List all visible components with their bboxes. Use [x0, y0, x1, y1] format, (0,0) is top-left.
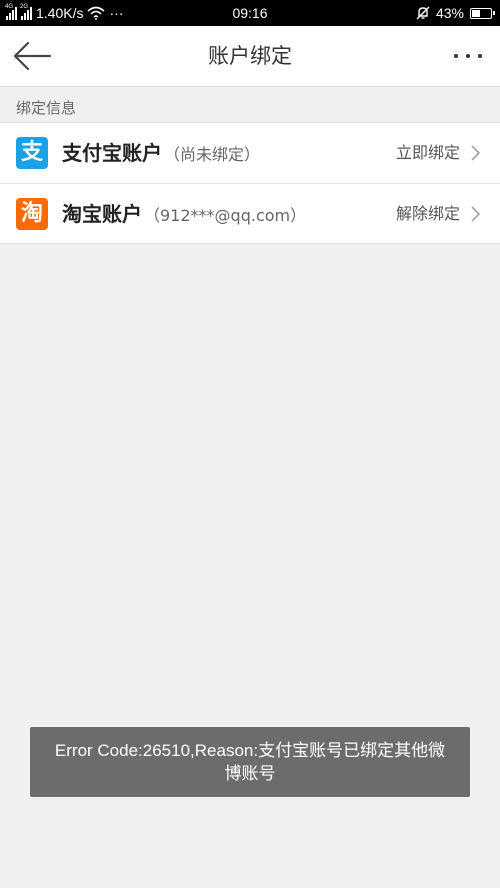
- bell-muted-icon: [416, 6, 430, 20]
- signal-2g-icon: 2G: [20, 4, 32, 20]
- account-detail: （尚未绑定）: [164, 145, 261, 164]
- network-speed: 1.40K/s: [36, 5, 84, 21]
- nav-bar: 账户绑定: [0, 26, 500, 87]
- account-detail: （912***@qq.com）: [144, 206, 307, 225]
- toast-message: Error Code:26510,Reason:支付宝账号已绑定其他微博账号: [54, 741, 446, 783]
- unbind-button[interactable]: 解除绑定: [396, 184, 460, 244]
- chevron-right-icon: [471, 206, 480, 222]
- error-toast: Error Code:26510,Reason:支付宝账号已绑定其他微博账号: [30, 727, 470, 797]
- signal-4g-icon: 4G: [5, 4, 17, 20]
- account-name: 淘宝账户 （912***@qq.com）: [62, 184, 306, 246]
- section-label: 绑定信息: [16, 99, 77, 117]
- bind-now-button[interactable]: 立即绑定: [396, 123, 460, 183]
- wifi-icon: [87, 6, 106, 20]
- account-row-alipay[interactable]: 支 支付宝账户 （尚未绑定） 立即绑定: [0, 123, 500, 183]
- account-name-text: 支付宝账户: [62, 141, 162, 165]
- account-name-text: 淘宝账户: [62, 202, 142, 226]
- chevron-right-icon: [471, 145, 480, 161]
- status-bar: 4G 2G 1.40K/s ··· 09:16 43%: [0, 0, 500, 26]
- back-button[interactable]: [12, 40, 54, 74]
- status-more-dots: ···: [109, 5, 124, 21]
- alipay-icon: 支: [16, 137, 48, 169]
- status-left: 4G 2G 1.40K/s ···: [5, 0, 124, 26]
- status-right: 43%: [416, 0, 495, 26]
- account-name: 支付宝账户 （尚未绑定）: [62, 123, 260, 185]
- page-title: 账户绑定: [208, 44, 292, 68]
- taobao-icon: 淘: [16, 198, 48, 230]
- battery-level: 43%: [435, 5, 464, 21]
- account-list: 支 支付宝账户 （尚未绑定） 立即绑定 淘 淘宝账户 （912***@qq.com）…: [0, 122, 500, 244]
- battery-icon: [470, 7, 495, 19]
- arrow-left-icon: [13, 41, 52, 71]
- more-options-icon[interactable]: [442, 46, 482, 66]
- account-row-taobao[interactable]: 淘 淘宝账户 （912***@qq.com） 解除绑定: [0, 183, 500, 243]
